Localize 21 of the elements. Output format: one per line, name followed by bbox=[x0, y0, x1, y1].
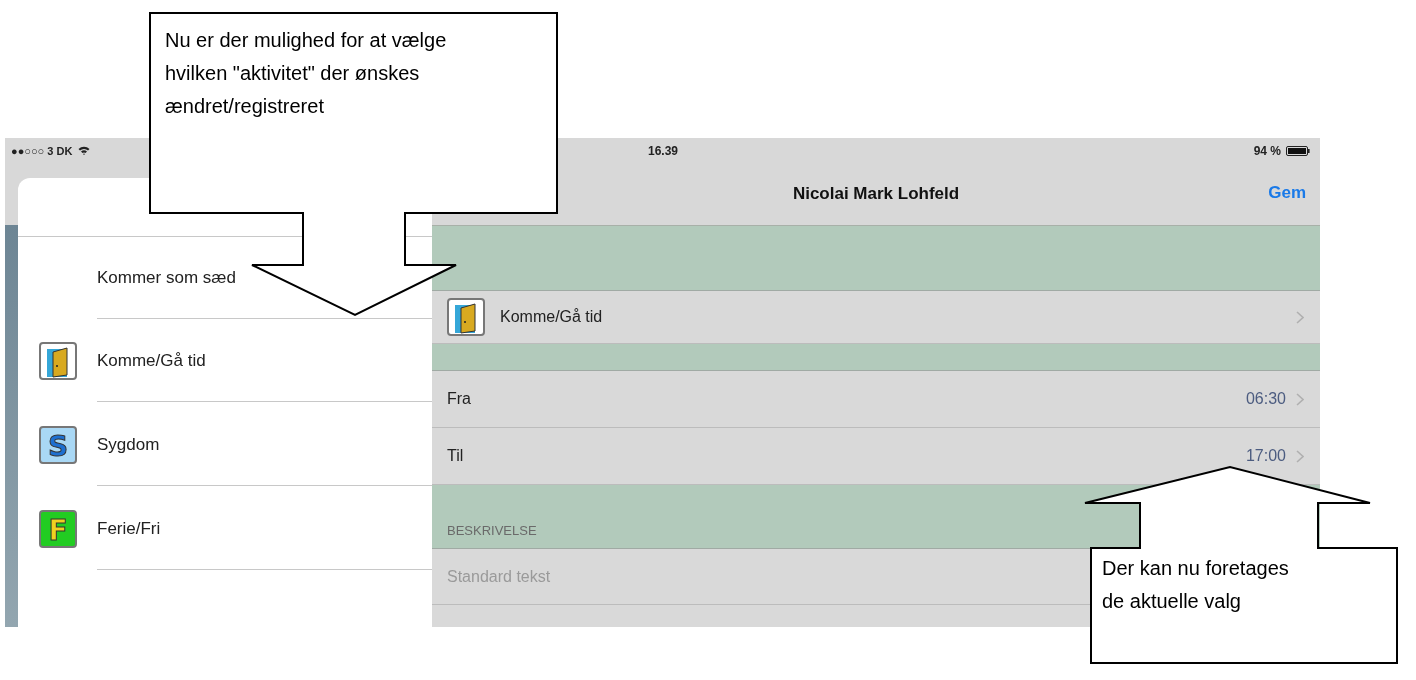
letter-icon: F bbox=[39, 509, 77, 548]
chevron-icon bbox=[1296, 392, 1304, 406]
activity-option[interactable]: Kommer som sæd bbox=[39, 237, 432, 320]
chevron-icon bbox=[1296, 449, 1304, 463]
activity-option[interactable]: F Ferie/Fri bbox=[39, 487, 432, 571]
callout-text: Der kan nu foretages de aktuelle valg bbox=[1102, 556, 1290, 614]
chevron-icon bbox=[1296, 310, 1304, 324]
activity-option[interactable]: S Sygdom bbox=[39, 403, 432, 487]
callout-text: Nu er der mulighed for at vælge hvilken "aktivitet" der ønskes ændret/registreret bbox=[165, 28, 448, 119]
battery-label: 94 % bbox=[1253, 143, 1281, 158]
door-icon bbox=[39, 342, 77, 380]
carrier-label: ●●○○○ 3 DK bbox=[11, 144, 73, 157]
battery-icon bbox=[1286, 145, 1310, 156]
letter-icon: S bbox=[39, 425, 77, 464]
section-header: BESKRIVELSE bbox=[447, 523, 537, 538]
nav-title: Nicolai Mark Lohfeld bbox=[792, 184, 960, 204]
activity-option[interactable]: Komme/Gå tid bbox=[39, 320, 432, 403]
wifi-icon bbox=[78, 146, 91, 155]
door-icon bbox=[447, 298, 485, 336]
description-field[interactable]: Standard tekst bbox=[447, 549, 1047, 604]
clock-label: 16.39 bbox=[647, 143, 680, 158]
